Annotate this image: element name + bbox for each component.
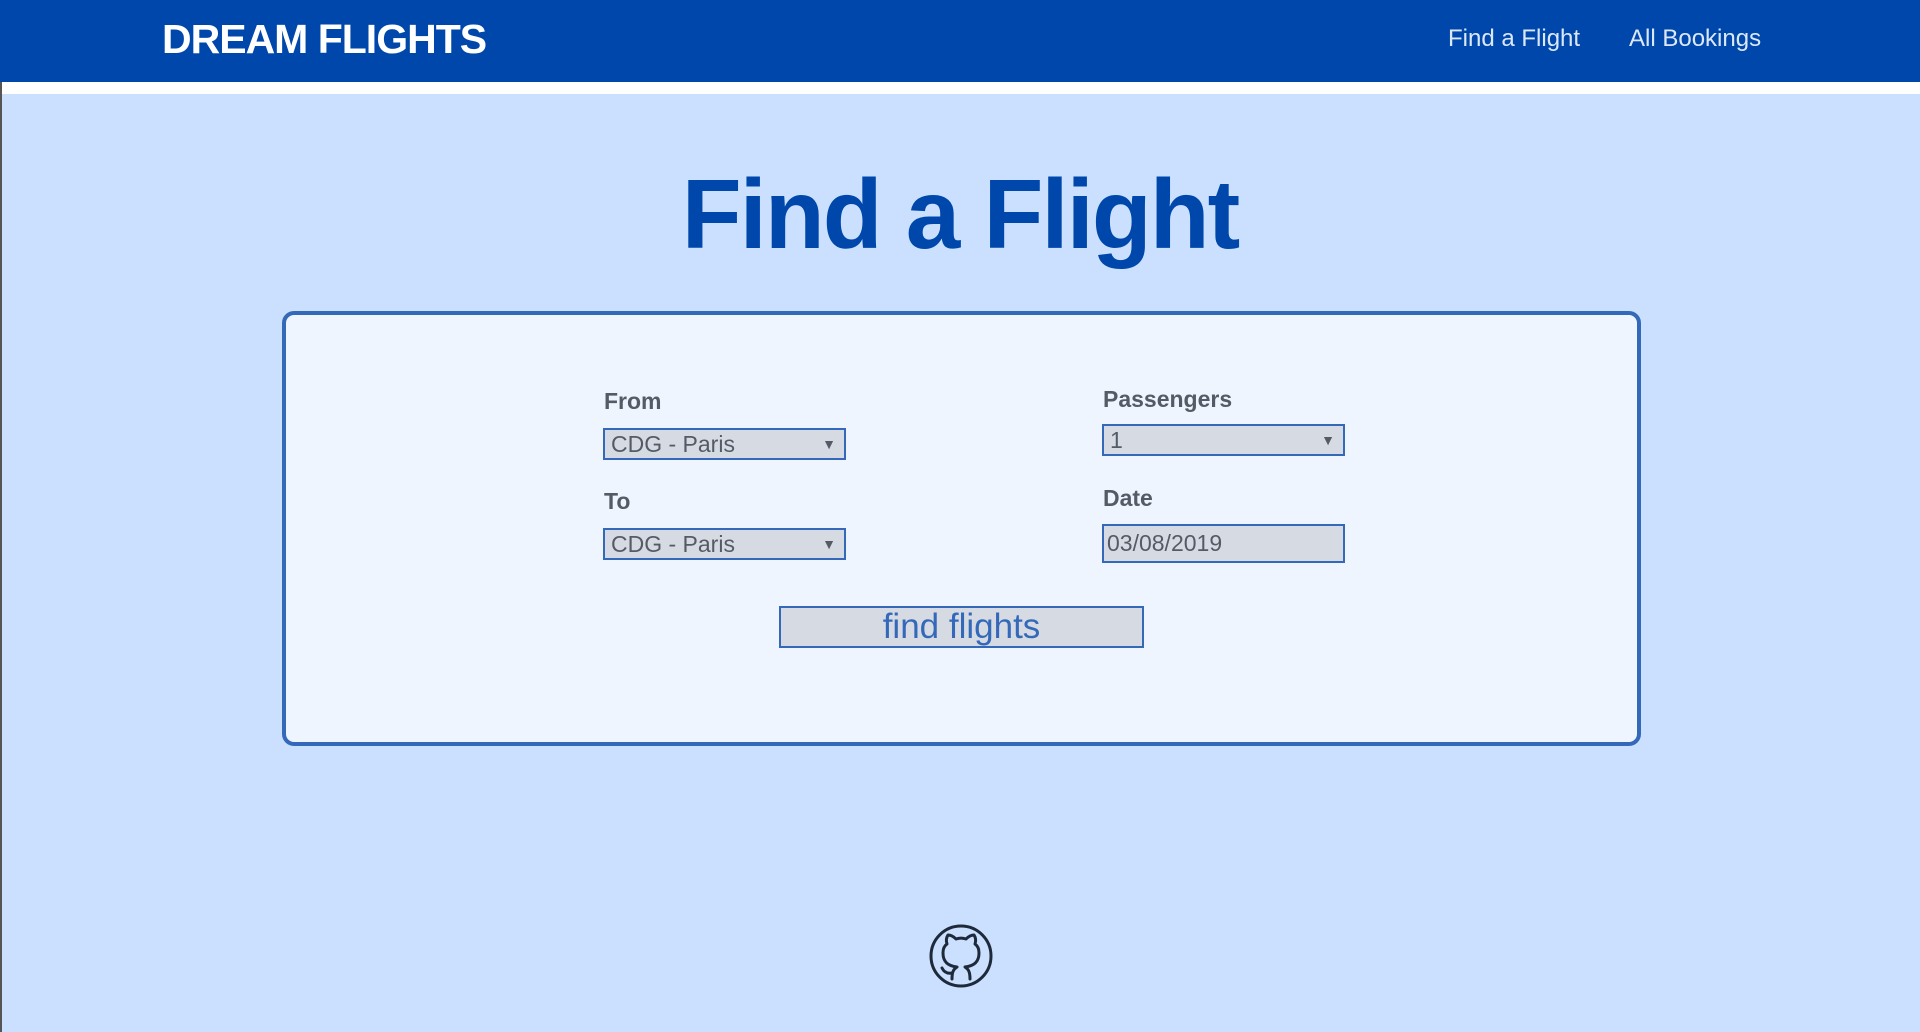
date-input[interactable]: 03/08/2019 — [1102, 524, 1345, 563]
date-label: Date — [1103, 485, 1153, 511]
passengers-label: Passengers — [1103, 386, 1233, 412]
header-divider — [0, 82, 1920, 94]
chevron-down-icon: ▼ — [822, 436, 836, 452]
to-label: To — [604, 488, 631, 514]
passengers-select[interactable]: 1 ▼ — [1102, 424, 1345, 456]
page-title: Find a Flight — [681, 159, 1240, 269]
to-select-value: CDG - Paris — [611, 531, 735, 557]
site-header: DREAM FLIGHTS Find a Flight All Bookings — [0, 0, 1920, 82]
date-input-value: 03/08/2019 — [1107, 530, 1223, 556]
nav-link-find-flight[interactable]: Find a Flight — [1448, 25, 1580, 53]
github-icon[interactable] — [928, 923, 994, 989]
from-select[interactable]: CDG - Paris ▼ — [603, 428, 846, 460]
passengers-select-value: 1 — [1110, 427, 1123, 453]
chevron-down-icon: ▼ — [822, 536, 836, 552]
find-flights-button[interactable]: find flights — [779, 606, 1144, 648]
from-label: From — [604, 388, 662, 414]
chevron-down-icon: ▼ — [1321, 432, 1335, 448]
to-select[interactable]: CDG - Paris ▼ — [603, 528, 846, 560]
nav-link-all-bookings[interactable]: All Bookings — [1629, 25, 1761, 53]
brand-logo[interactable]: DREAM FLIGHTS — [162, 16, 487, 63]
from-select-value: CDG - Paris — [611, 431, 735, 457]
search-form-card — [282, 311, 1641, 746]
